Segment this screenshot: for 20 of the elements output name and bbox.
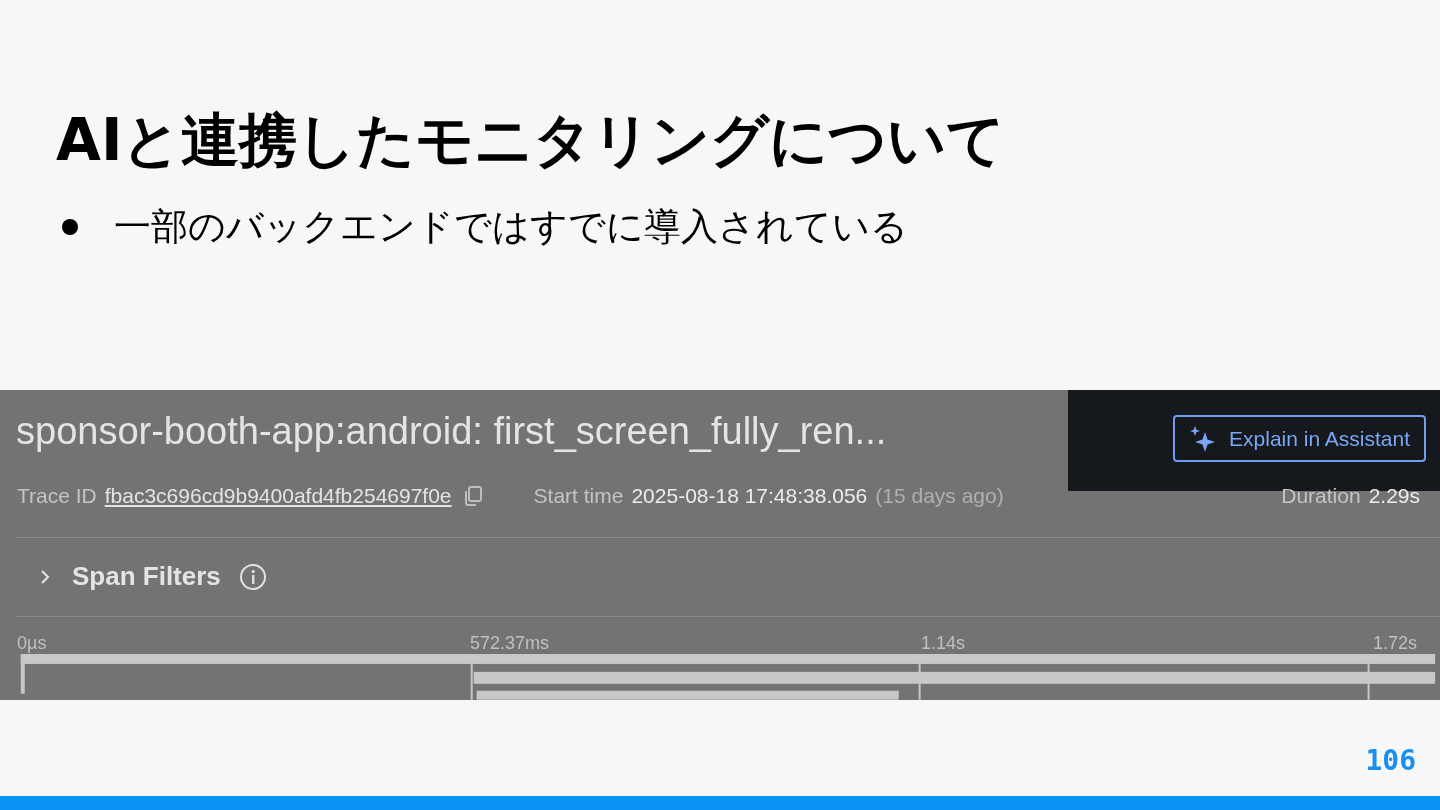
start-time-value: 2025-08-18 17:48:38.056	[631, 484, 868, 509]
bullet-icon	[62, 219, 78, 235]
info-icon[interactable]	[238, 562, 267, 591]
trace-id-link[interactable]: fbac3c696cd9b9400afd4fb254697f0e	[104, 484, 452, 509]
relative-time: (15 days ago)	[875, 484, 1004, 509]
page-number: 106	[1365, 744, 1416, 777]
duration-value: 2.29s	[1368, 484, 1420, 509]
explain-assistant-button[interactable]: Explain in Assistant	[1173, 415, 1426, 462]
time-tick-label: 0µs	[17, 632, 47, 654]
span-filters-toggle[interactable]: Span Filters	[38, 561, 221, 593]
trace-title: sponsor-booth-app:android: first_screen_fully_ren...	[16, 410, 887, 452]
time-tick-label: 1.14s	[921, 632, 966, 654]
bullet-text: 一部のバックエンドではすでに導入されている	[114, 204, 908, 250]
chevron-icon	[38, 568, 52, 585]
trace-id-label: Trace ID	[17, 484, 97, 509]
duration-label: Duration	[1281, 484, 1361, 509]
start-time-label: Start time	[533, 484, 624, 509]
slide-title: AIと連携したモニタリングについて	[56, 105, 1006, 176]
time-tick-label: 1.72s	[1373, 632, 1418, 654]
time-tick-label: 572.37ms	[470, 632, 550, 654]
